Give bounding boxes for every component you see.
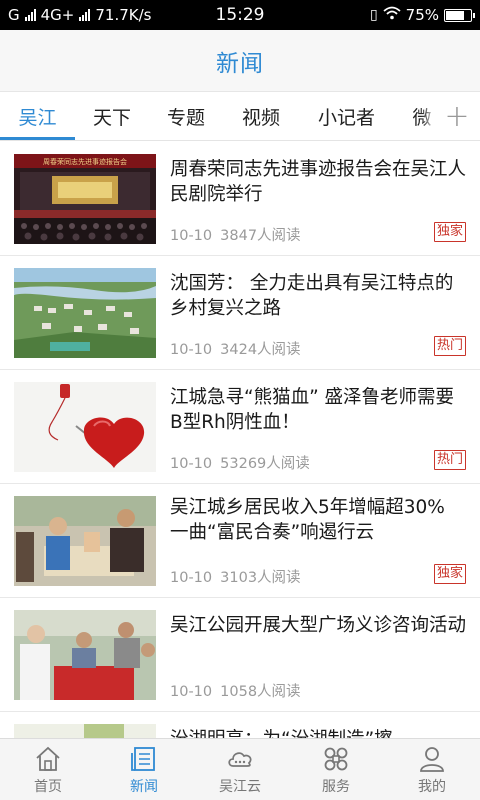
add-tab-button[interactable]: + [434,92,480,140]
news-item[interactable]: 周春荣同志先进事迹报告会 周春荣同志先进事迹报告会在吴江人民剧院举行 10-10… [0,142,480,256]
nav-label: 吴江云 [219,778,261,795]
news-date: 10-10 [170,684,213,700]
vibrate-icon: ▯ [369,7,378,23]
nav-label: 首页 [34,778,62,795]
news-date: 10-10 [170,228,213,244]
news-item[interactable]: 吴江公园开展大型广场义诊咨询活动 10-10 1058人阅读 [0,598,480,712]
nav-label: 我的 [418,778,446,795]
news-meta: 10-10 53269人阅读 [170,452,318,473]
battery-percent: 75% [405,6,439,24]
signal-icon [24,9,36,21]
profile-icon [420,746,444,772]
news-thumbnail [14,724,156,738]
nav-services[interactable]: 服务 [288,739,384,800]
news-title[interactable]: 江城急寻“熊猫血” 盛泽鲁老师需要B型Rh阴性血！ [170,385,466,435]
home-icon [36,746,60,771]
news-title[interactable]: 沈国芳： 全力走出具有吴江特点的乡村复兴之路 [170,271,466,321]
exclusive-badge: 独家 [433,564,466,584]
news-icon [131,746,155,771]
hot-badge: 热门 [433,450,466,470]
hot-badge: 热门 [433,336,466,356]
news-item[interactable]: 江城急寻“熊猫血” 盛泽鲁老师需要B型Rh阴性血！ 10-10 53269人阅读 … [0,370,480,484]
nav-label: 新闻 [130,778,158,795]
news-title[interactable]: 吴江城乡居民收入5年增幅超30% 一曲“富民合奏”响遏行云 [170,495,466,545]
news-reads: 53269人阅读 [220,456,310,472]
services-icon [324,747,348,770]
news-item[interactable]: 沈国芳： 全力走出具有吴江特点的乡村复兴之路 10-10 3424人阅读 热门 [0,256,480,370]
news-item[interactable]: 汾湖明亮：为“汾湖制造”擦 [0,712,480,738]
category-tabs: 吴江 天下 专题 视频 小记者 微 + [0,92,480,141]
active-tab-indicator [0,137,75,140]
page-title: 新闻 [216,50,264,77]
network-type: 4G+ [40,6,75,24]
tab-video[interactable]: 视频 [223,92,299,140]
news-thumbnail [14,268,156,358]
nav-label: 服务 [322,778,350,795]
news-thumbnail: 周春荣同志先进事迹报告会 [14,154,156,244]
news-thumbnail [14,496,156,586]
news-meta: 10-10 3103人阅读 [170,566,309,587]
news-meta: 10-10 1058人阅读 [170,680,309,701]
news-meta: 10-10 3847人阅读 [170,224,309,245]
news-reads: 3424人阅读 [220,342,301,358]
wifi-icon [383,6,401,24]
battery-icon [444,8,475,22]
app-header: 新闻 [0,30,480,92]
tab-world[interactable]: 天下 [75,92,149,140]
news-reads: 1058人阅读 [220,684,301,700]
carrier-label: G [8,6,20,24]
status-bar: G 4G+ 71.7K/s 15:29 ▯ 75% [0,0,480,30]
news-title[interactable]: 吴江公园开展大型广场义诊咨询活动 [170,613,466,638]
network-speed: 71.7K/s [95,6,152,24]
signal-icon-2 [79,9,91,21]
exclusive-badge: 独家 [433,222,466,242]
cloud-icon [228,751,252,767]
news-date: 10-10 [170,456,213,472]
stage-banner-text: 周春荣同志先进事迹报告会 [43,157,127,166]
tab-topics[interactable]: 专题 [149,92,223,140]
nav-news[interactable]: 新闻 [96,739,192,800]
news-reads: 3847人阅读 [220,228,301,244]
news-thumbnail [14,610,156,700]
news-list: 周春荣同志先进事迹报告会 周春荣同志先进事迹报告会在吴江人民剧院举行 10-10… [0,142,480,738]
news-item[interactable]: 吴江城乡居民收入5年增幅超30% 一曲“富民合奏”响遏行云 10-10 3103人… [0,484,480,598]
news-thumbnail [14,382,156,472]
news-reads: 3103人阅读 [220,570,301,586]
news-title[interactable]: 汾湖明亮：为“汾湖制造”擦 [170,727,466,738]
news-date: 10-10 [170,342,213,358]
news-title[interactable]: 周春荣同志先进事迹报告会在吴江人民剧院举行 [170,157,466,207]
tab-wujiang[interactable]: 吴江 [0,92,75,140]
nav-wujiang-cloud[interactable]: 吴江云 [192,739,288,800]
bottom-nav: 首页 新闻 吴江云 服务 我的 [0,738,480,800]
nav-home[interactable]: 首页 [0,739,96,800]
news-meta: 10-10 3424人阅读 [170,338,309,359]
nav-profile[interactable]: 我的 [384,739,480,800]
tab-young-reporter[interactable]: 小记者 [299,92,394,140]
news-date: 10-10 [170,570,213,586]
plus-icon: + [444,99,470,134]
